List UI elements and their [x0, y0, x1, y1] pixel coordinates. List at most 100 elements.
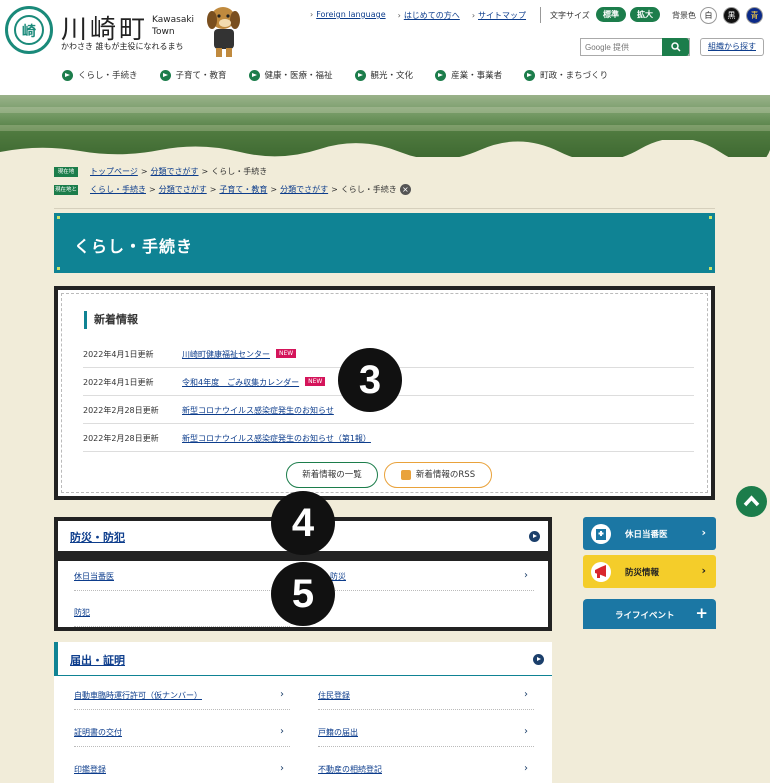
disaster-info-button[interactable]: 防災情報 › [583, 555, 716, 588]
chevron-right-icon: › [524, 689, 528, 700]
number-badge-3: 3 [338, 348, 402, 412]
util-link-foreign[interactable]: › Foreign language [310, 10, 386, 21]
category-link[interactable]: 住民登録 › [318, 684, 534, 710]
category-link[interactable]: 戸籍の届出 › [318, 721, 534, 747]
divider [540, 7, 541, 23]
page-top-button[interactable] [736, 486, 767, 517]
category-link[interactable]: 防災 › [318, 565, 534, 591]
arrow-circle-icon [524, 69, 536, 81]
search-button[interactable] [662, 38, 689, 56]
breadcrumb-path-link-4[interactable]: 分類でさがす [280, 185, 328, 194]
arrow-circle-icon [354, 69, 366, 81]
breadcrumb-current: くらし・手続き [211, 167, 268, 176]
divider [54, 208, 715, 209]
category-link[interactable]: 防犯 [74, 601, 290, 627]
breadcrumb-path-link-2[interactable]: 分類でさがす [159, 185, 207, 194]
site-header: 崎 川崎町 Kawasaki Town かわさき 誰もが主役になれるまち › Fo… [0, 0, 770, 95]
new-badge: NEW [276, 349, 297, 358]
news-date: 2022年4月1日更新 [83, 350, 154, 359]
page-title-banner: くらし・手続き [54, 213, 715, 273]
category-link[interactable]: 自動車臨時運行許可（仮ナンバー） › [74, 684, 290, 710]
util-link-first-time[interactable]: › はじめての方へ [398, 10, 460, 21]
arrow-circle-icon [159, 69, 171, 81]
arrow-circle-icon [533, 654, 544, 665]
gnav-item-childcare[interactable]: 子育て・教育 [159, 69, 227, 81]
search-input[interactable] [581, 39, 661, 55]
chevron-up-icon [743, 495, 760, 507]
rss-icon [400, 469, 411, 480]
category-notification-certificate: 届出・証明 自動車臨時運行許可（仮ナンバー） › 住民登録 › 証明書の交付 › 戸籍… [54, 642, 552, 783]
news-item: 2022年2月28日更新 新型コロナウイルス感染症発生のお知らせ（第1報） [83, 424, 694, 452]
category-title[interactable]: 防災・防犯 [70, 529, 125, 545]
chevron-right-icon: › [280, 726, 284, 737]
mascot-dog-icon [207, 7, 240, 57]
breadcrumb-path-link-3[interactable]: 子育て・教育 [219, 185, 267, 194]
news-date: 2022年2月28日更新 [83, 406, 159, 415]
category-link[interactable]: 不動産の相続登記 › [318, 758, 534, 783]
page-title: くらし・手続き [74, 237, 194, 256]
number-badge-5: 5 [271, 562, 335, 626]
holiday-doctor-button[interactable]: 休日当番医 › [583, 517, 716, 550]
town-name-en-1: Kawasaki [152, 15, 195, 25]
category-link[interactable]: 証明書の交付 › [74, 721, 290, 747]
chevron-right-icon: › [524, 570, 528, 581]
bg-blue-button[interactable]: 青 [746, 7, 763, 24]
font-size-normal-button[interactable]: 標準 [596, 7, 626, 22]
news-list-button[interactable]: 新着情報の一覧 [286, 462, 378, 488]
number-badge-4: 4 [271, 491, 335, 555]
news-date: 2022年4月1日更新 [83, 378, 154, 387]
bg-color-label: 背景色 [672, 11, 696, 20]
gnav-item-health[interactable]: 健康・医療・福祉 [248, 69, 333, 81]
gnav-item-town-admin[interactable]: 町政・まちづくり [524, 69, 608, 81]
font-size-large-button[interactable]: 拡大 [630, 7, 660, 22]
breadcrumb-current-tag: 現在地 [54, 167, 78, 177]
news-heading: 新着情報 [84, 311, 138, 329]
breadcrumb: トップページ > 分類でさがす > くらし・手続き [90, 167, 268, 176]
gnav-item-living[interactable]: くらし・手続き [62, 69, 138, 81]
news-link[interactable]: 川崎町健康福祉センター NEW [182, 349, 297, 360]
category-header[interactable]: 届出・証明 [54, 642, 552, 676]
global-nav: くらし・手続き 子育て・教育 健康・医療・福祉 観光・文化 産業・事業者 町政・… [62, 69, 762, 81]
new-badge: NEW [305, 377, 326, 386]
gnav-item-industry[interactable]: 産業・事業者 [435, 69, 502, 81]
category-link[interactable]: 印鑑登録 › [74, 758, 290, 783]
category-title[interactable]: 届出・証明 [70, 652, 125, 668]
news-date: 2022年2月28日更新 [83, 434, 159, 443]
category-link[interactable]: 休日当番医› [74, 565, 290, 591]
breadcrumb-path-tag: 現在地と [54, 185, 78, 195]
bg-black-button[interactable]: 黒 [723, 7, 740, 24]
utility-links: › Foreign language › はじめての方へ › サイトマップ [310, 10, 526, 21]
chevron-right-icon: › [280, 689, 284, 700]
breadcrumb-path: くらし・手続き > 分類でさがす > 子育て・教育 > 分類でさがす > くらし・手続き × [90, 184, 411, 195]
chevron-right-icon: › [701, 526, 706, 539]
news-link[interactable]: 新型コロナウイルス感染症発生のお知らせ（第1報） [182, 433, 371, 444]
breadcrumb-path-current: くらし・手続き [340, 185, 397, 194]
breadcrumb-link-category[interactable]: 分類でさがす [151, 167, 199, 176]
chevron-right-icon: › [701, 564, 706, 577]
arrow-circle-icon [248, 69, 260, 81]
hospital-icon [591, 524, 611, 544]
chevron-right-icon: › [280, 763, 284, 774]
util-link-sitemap[interactable]: › サイトマップ [472, 10, 526, 21]
search-icon [671, 42, 681, 52]
breadcrumb-link-top[interactable]: トップページ [90, 167, 138, 176]
arrow-circle-icon [529, 531, 540, 542]
plus-icon: + [695, 604, 708, 622]
life-event-button[interactable]: ライフイベント + [583, 599, 716, 629]
megaphone-icon [591, 562, 611, 582]
chevron-right-icon: › [524, 726, 528, 737]
news-link[interactable]: 新型コロナウイルス感染症発生のお知らせ [182, 405, 334, 416]
chevron-right-icon: › [524, 763, 528, 774]
font-size-label: 文字サイズ [550, 11, 590, 20]
org-search-button[interactable]: 組織から探す [700, 38, 764, 56]
news-link[interactable]: 令和4年度 ごみ収集カレンダー NEW [182, 377, 326, 388]
news-rss-button[interactable]: 新着情報のRSS [384, 462, 492, 488]
arrow-circle-icon [62, 69, 73, 81]
gnav-item-tourism[interactable]: 観光・文化 [354, 69, 413, 81]
town-name-en-2: Town [152, 27, 175, 37]
close-icon[interactable]: × [399, 184, 411, 195]
bg-white-button[interactable]: 白 [700, 7, 717, 24]
breadcrumb-path-link-1[interactable]: くらし・手続き [90, 185, 146, 194]
town-emblem-logo[interactable]: 崎 [5, 6, 53, 54]
town-tagline: かわさき 誰もが主役になれるまち [61, 42, 184, 51]
